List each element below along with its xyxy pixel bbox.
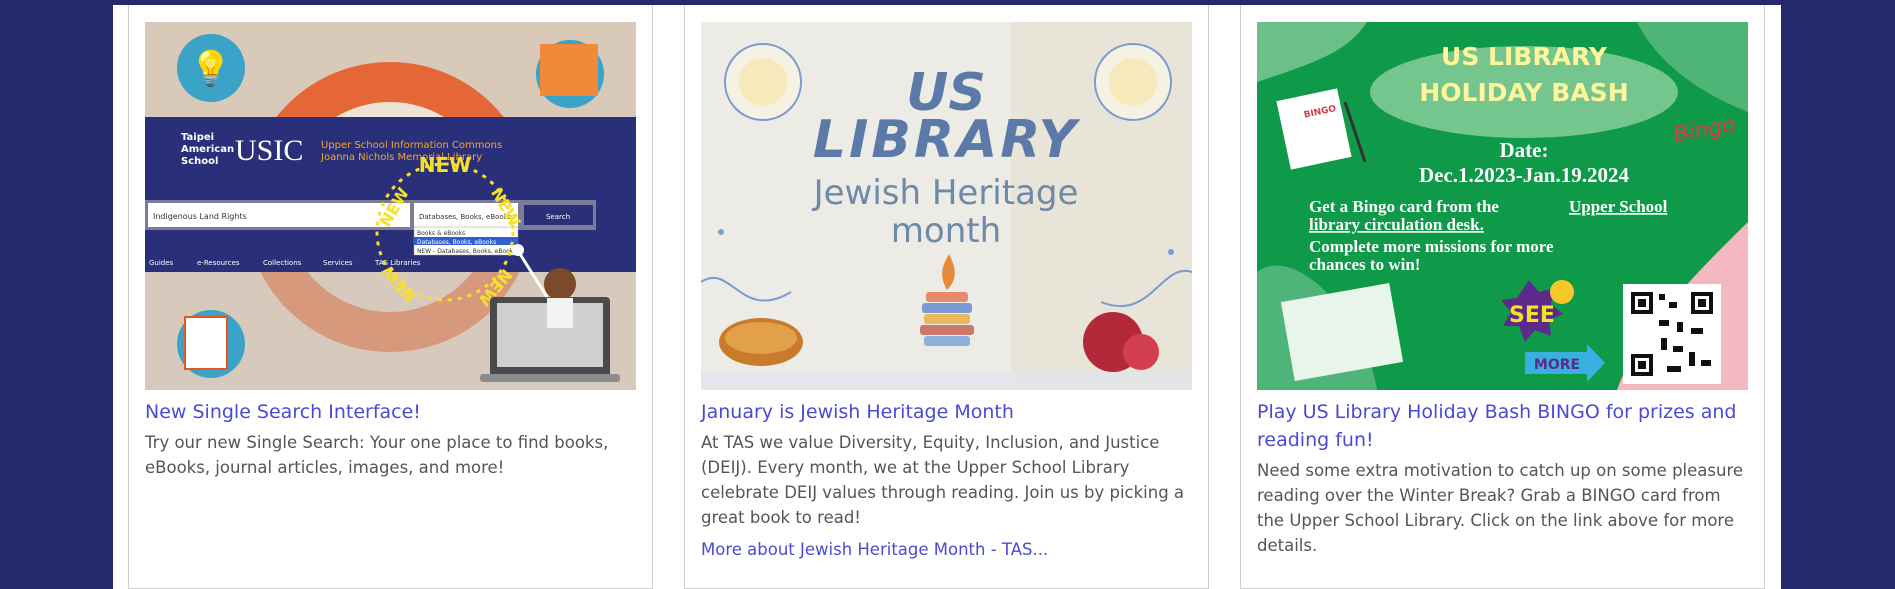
svg-text:Databases, Books, eBooks: Databases, Books, eBooks	[419, 213, 512, 221]
svg-text:Date:: Date:	[1500, 138, 1549, 162]
svg-text:Dec.1.2023-Jan.19.2024: Dec.1.2023-Jan.19.2024	[1419, 163, 1629, 187]
svg-text:chances to win!: chances to win!	[1309, 255, 1420, 274]
holiday-bingo-image[interactable]: US LIBRARY HOLIDAY BASH BINGO Bingo Date…	[1257, 22, 1748, 390]
svg-text:HOLIDAY BASH: HOLIDAY BASH	[1419, 78, 1628, 107]
svg-text:NEW: NEW	[419, 153, 471, 177]
card-description: Try our new Single Search: Your one plac…	[145, 433, 609, 477]
card-title-link[interactable]: Play US Library Holiday Bash BINGO for p…	[1257, 398, 1748, 454]
svg-text:Indigenous Land Rights: Indigenous Land Rights	[153, 212, 247, 221]
svg-text:Upper School Information Commo: Upper School Information Commons	[321, 140, 502, 151]
svg-text:Jewish Heritage: Jewish Heritage	[812, 173, 1079, 213]
svg-text:Services: Services	[323, 259, 353, 267]
svg-text:MORE: MORE	[1534, 357, 1580, 373]
card-description: Need some extra motivation to catch up o…	[1257, 461, 1744, 555]
holiday-bingo-illustration: US LIBRARY HOLIDAY BASH BINGO Bingo Date…	[1257, 22, 1748, 390]
svg-text:USIC: USIC	[235, 134, 303, 167]
jewish-heritage-image[interactable]: US LIBRARY Jewish Heritage month	[701, 22, 1192, 390]
svg-text:Collections: Collections	[263, 259, 302, 267]
svg-text:💡: 💡	[190, 49, 232, 89]
svg-text:US LIBRARY: US LIBRARY	[1441, 42, 1608, 71]
svg-text:Complete more missions for mor: Complete more missions for more	[1309, 237, 1554, 256]
more-about-link[interactable]: More about Jewish Heritage Month - TAS..…	[701, 537, 1192, 562]
svg-text:NEW - Databases, Books, eBooks: NEW - Databases, Books, eBooks	[417, 248, 516, 255]
svg-text:Search: Search	[546, 213, 570, 221]
svg-text:School: School	[181, 156, 218, 167]
card-title-link[interactable]: January is Jewish Heritage Month	[701, 398, 1192, 426]
card-description: At TAS we value Diversity, Equity, Inclu…	[701, 433, 1185, 527]
svg-text:e-Resources: e-Resources	[197, 259, 240, 267]
single-search-image[interactable]: 💡 Taipei American School USIC Upper Scho…	[145, 22, 636, 390]
svg-text:Get a Bingo card from the: Get a Bingo card from the	[1309, 197, 1499, 216]
news-card-holiday-bingo: US LIBRARY HOLIDAY BASH BINGO Bingo Date…	[1240, 5, 1765, 589]
svg-text:TAS Libraries: TAS Libraries	[374, 259, 421, 267]
svg-text:Upper School: Upper School	[1569, 197, 1668, 216]
svg-text:month: month	[891, 211, 1001, 251]
content-panel: 💡 Taipei American School USIC Upper Scho…	[113, 5, 1781, 589]
svg-text:LIBRARY: LIBRARY	[813, 110, 1082, 170]
svg-text:Guides: Guides	[149, 259, 174, 267]
card-title-link[interactable]: New Single Search Interface!	[145, 398, 636, 426]
jewish-heritage-illustration: US LIBRARY Jewish Heritage month	[701, 22, 1192, 390]
single-search-illustration: 💡 Taipei American School USIC Upper Scho…	[145, 22, 636, 390]
svg-text:Taipei: Taipei	[181, 132, 214, 143]
news-card-single-search: 💡 Taipei American School USIC Upper Scho…	[128, 5, 653, 589]
svg-text:American: American	[181, 144, 234, 155]
svg-text:SEE: SEE	[1509, 303, 1555, 328]
news-card-jewish-heritage: US LIBRARY Jewish Heritage month January…	[684, 5, 1209, 589]
svg-text:library circulation desk.: library circulation desk.	[1309, 215, 1484, 234]
svg-text:Books & eBooks: Books & eBooks	[417, 230, 465, 237]
svg-text:Databases, Books, eBooks: Databases, Books, eBooks	[417, 239, 496, 246]
